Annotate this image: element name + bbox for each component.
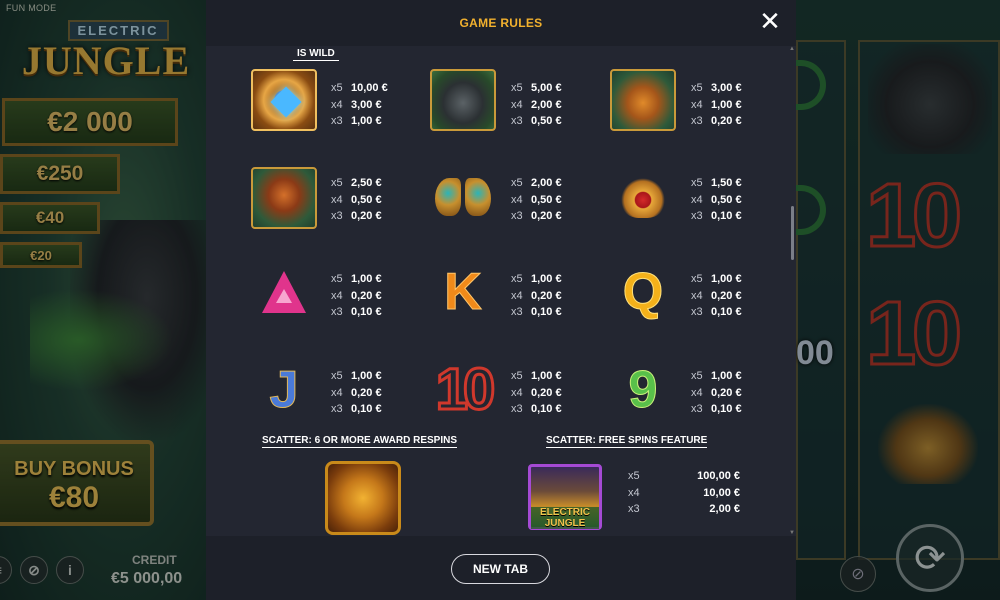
paytable-a: x5 1,00 € x4 0,20 € x3 0,10 €	[331, 273, 382, 318]
lotus-icon	[608, 166, 678, 230]
paytable-gorilla: x5 5,00 € x4 2,00 € x3 0,50 €	[511, 82, 562, 127]
scrollbar-thumb[interactable]	[791, 206, 794, 260]
rules-content[interactable]: IS WILD x5 10,00 € x4 3,00 € x3 1,00 € x5 5,…	[206, 46, 796, 536]
modal-footer: NEW TAB	[206, 536, 796, 600]
wild-label: IS WILD	[293, 48, 339, 61]
paytable-k: x5 1,00 € x4 0,20 € x3 0,10 €	[511, 273, 562, 318]
overlay-dim	[0, 0, 206, 600]
letter-a-icon	[249, 260, 319, 324]
paytable-j: x5 1,00 € x4 0,20 € x3 0,10 €	[331, 370, 382, 415]
modal-title: GAME RULES	[459, 16, 543, 30]
background-left-panel: FUN MODE ELECTRIC JUNGLE €2 000 €250 €40…	[0, 0, 210, 600]
new-tab-button[interactable]: NEW TAB	[451, 554, 550, 584]
paytable-q: x5 1,00 € x4 0,20 € x3 0,10 €	[691, 273, 742, 318]
gorilla-scatter-icon	[323, 458, 403, 536]
paytable-10: x5 1,00 € x4 0,20 € x3 0,10 €	[511, 370, 562, 415]
game-rules-modal: GAME RULES ✕ IS WILD x5 10,00 € x4 3,00 € …	[206, 0, 796, 600]
blue-gem-wild-icon	[249, 68, 319, 132]
number-10-icon: 10	[434, 357, 496, 422]
scatter-logo-text: ELECTRIC JUNGLE	[531, 507, 599, 529]
close-button[interactable]: ✕	[758, 8, 782, 34]
paytable-tiger: x5 3,00 € x4 1,00 € x3 0,20 €	[691, 82, 742, 127]
paytable-butterfly: x5 2,00 € x4 0,50 € x3 0,20 €	[511, 177, 562, 222]
number-9-icon: 9	[628, 361, 658, 419]
scatter-free-spins-title: SCATTER: FREE SPINS FEATURE	[546, 435, 708, 448]
paytable-wild: x5 10,00 € x4 3,00 € x3 1,00 €	[331, 82, 388, 127]
temple-scatter-icon: ELECTRIC JUNGLE	[526, 462, 604, 532]
scatter-respins-title: SCATTER: 6 OR MORE AWARD RESPINS	[262, 435, 458, 448]
tiger-icon	[608, 68, 678, 132]
butterfly-icon	[428, 166, 498, 230]
rules-scrollbar[interactable]: ▲ ▼	[789, 46, 795, 536]
gorilla-icon	[428, 68, 498, 132]
paytable-free-spins-scatter: x5 100,00 € x4 10,00 € x3 2,00 €	[628, 470, 740, 515]
kangaroo-icon	[249, 166, 319, 230]
paytable-lotus: x5 1,50 € x4 0,50 € x3 0,10 €	[691, 177, 742, 222]
modal-header: GAME RULES ✕	[206, 0, 796, 46]
letter-q-icon: Q	[622, 263, 664, 321]
letter-j-icon: J	[269, 361, 299, 419]
scroll-up-arrow-icon[interactable]: ▲	[789, 46, 795, 52]
letter-k-icon: K	[444, 263, 483, 321]
paytable-9: x5 1,00 € x4 0,20 € x3 0,10 €	[691, 370, 742, 415]
paytable-kangaroo: x5 2,50 € x4 0,50 € x3 0,20 €	[331, 177, 382, 222]
overlay-dim-right	[796, 0, 1000, 600]
game-screen: FUN MODE ELECTRIC JUNGLE €2 000 €250 €40…	[0, 0, 1000, 600]
